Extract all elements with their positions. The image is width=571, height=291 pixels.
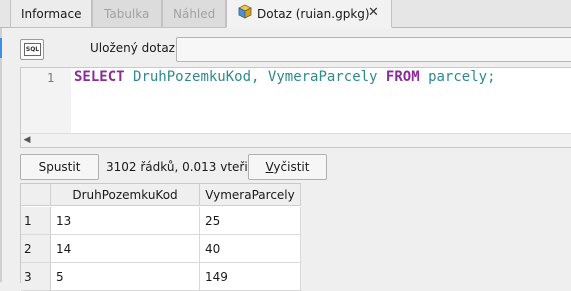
table-cell[interactable]: 25 xyxy=(200,207,301,235)
sql-column-2: VymeraParcely xyxy=(267,69,378,85)
sql-column-1: DruhPozemkuKod xyxy=(133,69,252,85)
tab-tabulka[interactable]: Tabulka xyxy=(92,0,162,28)
scroll-left-arrow-icon[interactable]: ◀ xyxy=(21,134,33,147)
tab-label: Dotaz (ruian.gpkg) xyxy=(257,7,370,21)
sql-table: parcely xyxy=(428,69,488,85)
tab-label: Informace xyxy=(21,7,82,21)
clear-label-rest: yčistit xyxy=(273,160,310,174)
table-cell[interactable]: 149 xyxy=(200,263,301,291)
table-corner[interactable] xyxy=(21,184,51,206)
sql-keyword-from: FROM xyxy=(385,69,420,85)
line-number: 1 xyxy=(47,71,55,85)
left-panel-highlight xyxy=(0,38,2,58)
line-number-gutter xyxy=(21,68,71,133)
row-header[interactable]: 3 xyxy=(21,263,51,291)
table-cell[interactable]: 5 xyxy=(51,263,200,291)
run-query-button[interactable]: Spustit xyxy=(20,154,99,180)
tab-label: Náhled xyxy=(173,7,216,21)
sql-keyword-select: SELECT xyxy=(74,69,125,85)
sql-file-button[interactable]: SQL xyxy=(20,39,44,60)
column-header-vymeraparcely[interactable]: VymeraParcely xyxy=(200,184,301,206)
saved-query-dropdown[interactable] xyxy=(176,37,571,62)
table-cell[interactable]: 40 xyxy=(200,235,301,263)
sql-semicolon: ; xyxy=(487,69,496,85)
database-cube-icon xyxy=(237,4,253,20)
tab-dotaz[interactable]: Dotaz (ruian.gpkg) ✕ xyxy=(226,0,392,28)
table-cell[interactable]: 14 xyxy=(51,235,200,263)
tab-nahled[interactable]: Náhled xyxy=(162,0,226,28)
tab-label: Tabulka xyxy=(104,7,150,21)
column-header-druhpozemkukod[interactable]: DruhPozemkuKod xyxy=(51,184,200,206)
sql-file-icon: SQL xyxy=(24,43,41,56)
tab-informace[interactable]: Informace xyxy=(10,0,92,28)
table-cell[interactable]: 13 xyxy=(51,207,200,235)
query-status: 3102 řádků, 0.013 vteřin xyxy=(106,160,256,174)
close-icon[interactable]: ✕ xyxy=(368,5,379,20)
row-header[interactable]: 1 xyxy=(21,207,51,235)
sql-code-line[interactable]: SELECT DruhPozemkuKod, VymeraParcely FRO… xyxy=(74,68,496,86)
sql-comma: , xyxy=(251,69,260,85)
editor-horizontal-scrollbar[interactable] xyxy=(21,133,571,147)
left-panel-edge xyxy=(0,28,2,282)
clear-button[interactable]: Vyčistit xyxy=(248,154,327,180)
row-header[interactable]: 2 xyxy=(21,235,51,263)
saved-query-label: Uložený dotaz xyxy=(90,41,175,55)
